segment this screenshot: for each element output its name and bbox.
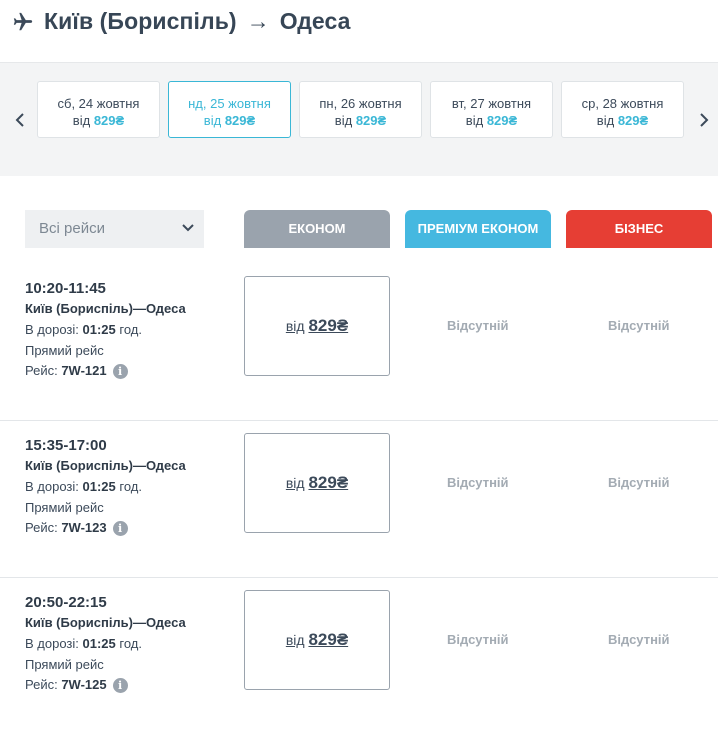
- duration-unit: год.: [119, 636, 142, 651]
- flight-row: 10:20-11:45 Київ (Бориспіль)—Одеса В дор…: [0, 264, 718, 421]
- chevron-left-icon[interactable]: [12, 108, 28, 132]
- date-label: сб, 24 жовтня: [57, 96, 140, 111]
- flight-time: 20:50-22:15: [25, 594, 107, 611]
- flight-number-line: Рейс: 7W-123 i: [25, 520, 128, 537]
- date-card-25-selected[interactable]: нд, 25 жовтня від 829₴: [168, 81, 291, 138]
- filter-selected-value: Всі рейси: [39, 220, 105, 237]
- flight-number: 7W-121: [61, 363, 107, 378]
- arrow-right-icon: →: [246, 8, 270, 34]
- info-icon[interactable]: i: [112, 521, 128, 537]
- duration-unit: год.: [119, 479, 142, 494]
- flight-number-line: Рейс: 7W-121 i: [25, 363, 128, 380]
- econom-fare-button[interactable]: від 829₴: [244, 590, 390, 690]
- business-unavailable: Відсутній: [608, 632, 670, 647]
- econom-fare-button[interactable]: від 829₴: [244, 276, 390, 376]
- flight-route: Київ (Бориспіль)—Одеса: [25, 301, 186, 316]
- tab-econom[interactable]: ЕКОНОМ: [244, 210, 390, 248]
- econom-price: 829₴: [308, 473, 349, 492]
- route-header: Київ (Бориспіль) → Одеса: [0, 0, 718, 62]
- date-price: 829₴: [486, 113, 518, 128]
- date-price: 829₴: [224, 113, 256, 128]
- flight-number: 7W-125: [61, 677, 107, 692]
- from-label: від: [334, 113, 353, 128]
- date-card-24[interactable]: сб, 24 жовтня від 829₴: [37, 81, 160, 138]
- from-label: від: [465, 113, 484, 128]
- date-label: нд, 25 жовтня: [188, 96, 271, 111]
- flight-type: Прямий рейс: [25, 343, 104, 358]
- flight-number-line: Рейс: 7W-125 i: [25, 677, 128, 694]
- duration-label: В дорозі:: [25, 636, 79, 651]
- plane-icon: [13, 12, 33, 31]
- econom-fare-button[interactable]: від 829₴: [244, 433, 390, 533]
- flight-route: Київ (Бориспіль)—Одеса: [25, 458, 186, 473]
- destination-city: Одеса: [279, 8, 351, 34]
- date-card-26[interactable]: пн, 26 жовтня від 829₴: [299, 81, 422, 138]
- from-label: від: [285, 475, 305, 491]
- tab-premium-econom[interactable]: ПРЕМІУМ ЕКОНОМ: [405, 210, 551, 248]
- flight-type: Прямий рейс: [25, 657, 104, 672]
- business-unavailable: Відсутній: [608, 475, 670, 490]
- date-label: ср, 28 жовтня: [581, 96, 664, 111]
- from-label: від: [72, 113, 91, 128]
- flight-number-label: Рейс:: [25, 363, 58, 378]
- flight-type: Прямий рейс: [25, 500, 104, 515]
- premium-unavailable: Відсутній: [447, 632, 509, 647]
- date-price: 829₴: [617, 113, 649, 128]
- premium-unavailable: Відсутній: [447, 475, 509, 490]
- econom-price: 829₴: [308, 316, 349, 335]
- duration-label: В дорозі:: [25, 322, 79, 337]
- flight-number: 7W-123: [61, 520, 107, 535]
- duration-unit: год.: [119, 322, 142, 337]
- date-price: 829₴: [93, 113, 125, 128]
- flights-filter-select[interactable]: Всі рейси: [25, 210, 204, 248]
- date-label: вт, 27 жовтня: [451, 96, 532, 111]
- duration-value: 01:25: [82, 479, 116, 494]
- flight-route: Київ (Бориспіль)—Одеса: [25, 615, 186, 630]
- flight-duration: В дорозі: 01:25 год.: [25, 479, 142, 494]
- date-card-27[interactable]: вт, 27 жовтня від 829₴: [430, 81, 553, 138]
- date-card-28[interactable]: ср, 28 жовтня від 829₴: [561, 81, 684, 138]
- tab-business[interactable]: БІЗНЕС: [566, 210, 712, 248]
- duration-value: 01:25: [82, 636, 116, 651]
- from-label: від: [285, 318, 305, 334]
- chevron-down-icon: [182, 224, 194, 232]
- origin-city: Київ (Бориспіль): [44, 8, 237, 34]
- flight-time: 15:35-17:00: [25, 437, 107, 454]
- page-title: Київ (Бориспіль) → Одеса: [44, 8, 351, 35]
- flight-number-label: Рейс:: [25, 677, 58, 692]
- flight-row: 15:35-17:00 Київ (Бориспіль)—Одеса В дор…: [0, 421, 718, 578]
- info-icon[interactable]: i: [112, 364, 128, 380]
- from-label: від: [203, 113, 222, 128]
- duration-label: В дорозі:: [25, 479, 79, 494]
- premium-unavailable: Відсутній: [447, 318, 509, 333]
- from-label: від: [285, 632, 305, 648]
- chevron-right-icon[interactable]: [696, 108, 712, 132]
- flight-time: 10:20-11:45: [25, 280, 106, 297]
- flight-duration: В дорозі: 01:25 год.: [25, 322, 142, 337]
- date-label: пн, 26 жовтня: [319, 96, 402, 111]
- info-icon[interactable]: i: [112, 678, 128, 694]
- business-unavailable: Відсутній: [608, 318, 670, 333]
- econom-price: 829₴: [308, 630, 349, 649]
- flight-row: 20:50-22:15 Київ (Бориспіль)—Одеса В дор…: [0, 578, 718, 735]
- duration-value: 01:25: [82, 322, 116, 337]
- flight-duration: В дорозі: 01:25 год.: [25, 636, 142, 651]
- date-price: 829₴: [355, 113, 387, 128]
- from-label: від: [596, 113, 615, 128]
- flight-number-label: Рейс:: [25, 520, 58, 535]
